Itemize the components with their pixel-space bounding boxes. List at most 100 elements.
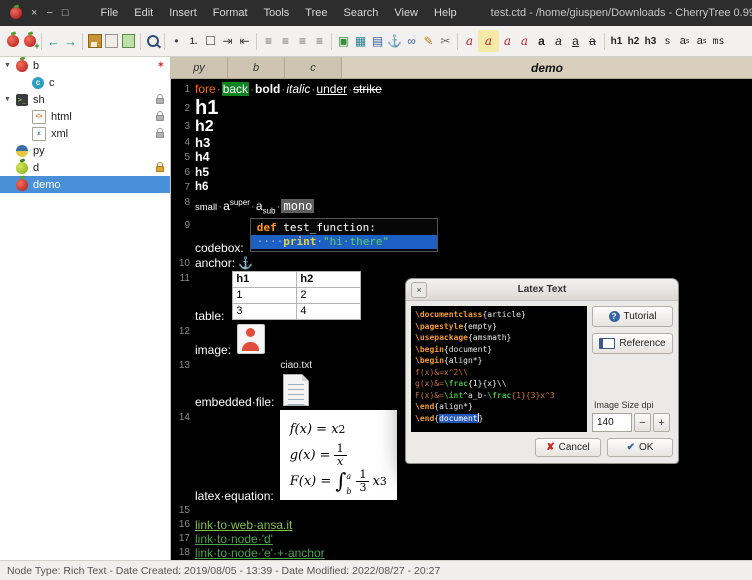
save-icon[interactable] bbox=[86, 30, 103, 52]
dialog-close-icon[interactable]: × bbox=[411, 282, 427, 298]
latex-command: \frac bbox=[444, 379, 468, 388]
export-icon[interactable] bbox=[103, 30, 120, 52]
h2-icon[interactable]: h2 bbox=[625, 30, 642, 52]
table-header-cell[interactable]: h2 bbox=[297, 272, 361, 288]
import-icon[interactable] bbox=[120, 30, 137, 52]
minimize-window-button[interactable]: − bbox=[46, 8, 52, 19]
foreground-color-icon[interactable]: a bbox=[461, 30, 478, 52]
expander-icon[interactable]: ▼ bbox=[4, 96, 16, 103]
align-center-icon[interactable]: ≡ bbox=[277, 30, 294, 52]
align-justify-icon[interactable]: ≡ bbox=[311, 30, 328, 52]
menu-format[interactable]: Format bbox=[205, 2, 256, 24]
bold-icon[interactable]: a bbox=[533, 30, 550, 52]
table-header-cell[interactable]: h1 bbox=[233, 272, 297, 288]
table-cell[interactable]: 1 bbox=[233, 288, 297, 304]
node-tab-b[interactable]: b bbox=[228, 57, 285, 78]
forward-icon[interactable]: → bbox=[62, 30, 79, 52]
underline-icon[interactable]: a bbox=[567, 30, 584, 52]
menu-view[interactable]: View bbox=[386, 2, 426, 24]
monospace-icon[interactable]: ms bbox=[710, 30, 727, 52]
cancel-button[interactable]: ✘Cancel bbox=[535, 438, 601, 457]
tree-node-xml[interactable]: x xml bbox=[0, 125, 170, 142]
latex-command: \begin bbox=[415, 356, 444, 365]
insert-image-icon[interactable]: ▣ bbox=[335, 30, 352, 52]
link-to-node-e-anchor[interactable]: link·to·node·'e'·+·anchor bbox=[195, 546, 325, 560]
tree-node-b[interactable]: ▼ b ✶ bbox=[0, 57, 170, 74]
menu-tree[interactable]: Tree bbox=[297, 2, 335, 24]
tree-node-html[interactable]: <> html bbox=[0, 108, 170, 125]
line-number: 9 bbox=[171, 218, 195, 233]
tree-node-c[interactable]: c c bbox=[0, 74, 170, 91]
dialog-titlebar[interactable]: × Latex Text bbox=[406, 279, 678, 301]
italic-icon[interactable]: a bbox=[550, 30, 567, 52]
heading-5-text: h5 bbox=[195, 165, 209, 179]
menu-search[interactable]: Search bbox=[336, 2, 387, 24]
menu-insert[interactable]: Insert bbox=[161, 2, 205, 24]
edit-icon[interactable]: ✎ bbox=[420, 30, 437, 52]
bullet-list-icon[interactable]: • bbox=[168, 30, 185, 52]
latex-equation-image[interactable]: f(x) = x2g(x) =1xF(x) = ∫ab13x3 bbox=[280, 410, 397, 500]
format-latex-icon[interactable]: a bbox=[499, 30, 516, 52]
table-cell[interactable]: 4 bbox=[297, 304, 361, 320]
toolbar-separator bbox=[457, 33, 458, 50]
tree-node-sh[interactable]: ▼ >_ sh bbox=[0, 91, 170, 108]
embedded-table[interactable]: h1h21234 bbox=[232, 271, 361, 320]
embedded-file[interactable]: ciao.txt bbox=[280, 358, 312, 406]
ok-button[interactable]: ✔OK bbox=[607, 438, 673, 457]
format-style-icon[interactable]: a bbox=[516, 30, 533, 52]
text-small: small bbox=[195, 202, 217, 213]
tree-node-d[interactable]: d bbox=[0, 159, 170, 176]
add-node-icon[interactable]: + bbox=[21, 30, 38, 52]
link-to-web[interactable]: link·to·web·ansa.it bbox=[195, 518, 292, 532]
anchor-icon[interactable]: ⚓ bbox=[238, 256, 253, 270]
superscript-icon[interactable]: as bbox=[676, 30, 693, 52]
eq-base: x bbox=[331, 422, 338, 437]
node-tab-c[interactable]: c bbox=[285, 57, 342, 78]
dpi-input[interactable]: 140 bbox=[592, 413, 632, 432]
maximize-window-button[interactable]: □ bbox=[62, 8, 69, 19]
insert-link-icon[interactable]: ∞ bbox=[403, 30, 420, 52]
code-text: test_function: bbox=[277, 221, 376, 234]
dpi-increase-button[interactable]: + bbox=[653, 413, 670, 432]
menu-edit[interactable]: Edit bbox=[126, 2, 161, 24]
table-cell[interactable]: 3 bbox=[233, 304, 297, 320]
back-icon[interactable]: ← bbox=[45, 30, 62, 52]
embedded-image-person[interactable] bbox=[237, 324, 265, 354]
tutorial-button[interactable]: ?Tutorial bbox=[592, 306, 673, 327]
link-to-node-d[interactable]: link·to·node·'d' bbox=[195, 532, 273, 546]
expander-icon[interactable]: ▼ bbox=[4, 62, 16, 69]
small-icon[interactable]: s bbox=[659, 30, 676, 52]
menu-help[interactable]: Help bbox=[426, 2, 465, 24]
search-icon[interactable] bbox=[144, 30, 161, 52]
numbered-list-icon[interactable]: 1. bbox=[185, 30, 202, 52]
go-node-icon[interactable] bbox=[4, 30, 21, 52]
table-cell[interactable]: 2 bbox=[297, 288, 361, 304]
todo-list-icon[interactable]: ☐ bbox=[202, 30, 219, 52]
dpi-decrease-button[interactable]: − bbox=[634, 413, 651, 432]
text-strike: strike bbox=[353, 82, 382, 96]
insert-table-icon[interactable]: ▦ bbox=[352, 30, 369, 52]
tree-node-py[interactable]: py bbox=[0, 142, 170, 159]
node-tab-py[interactable]: py bbox=[171, 57, 228, 78]
menu-file[interactable]: File bbox=[93, 2, 127, 24]
insert-anchor-icon[interactable]: ⚓ bbox=[386, 30, 403, 52]
close-window-button[interactable]: × bbox=[31, 8, 37, 19]
subscript-icon[interactable]: as bbox=[693, 30, 710, 52]
align-right-icon[interactable]: ≡ bbox=[294, 30, 311, 52]
tree-node-demo[interactable]: demo bbox=[0, 176, 170, 193]
h1-icon[interactable]: h1 bbox=[608, 30, 625, 52]
align-left-icon[interactable]: ≡ bbox=[260, 30, 277, 52]
background-color-icon[interactable]: a bbox=[478, 30, 499, 52]
menu-tools[interactable]: Tools bbox=[256, 2, 298, 24]
indent-icon[interactable]: ⇥ bbox=[219, 30, 236, 52]
strikethrough-icon[interactable]: a bbox=[584, 30, 601, 52]
cut-icon[interactable]: ✂ bbox=[437, 30, 454, 52]
insert-codebox-icon[interactable]: ▤ bbox=[369, 30, 386, 52]
line-number: 12 bbox=[171, 324, 195, 339]
codebox[interactable]: def test_function:····print·"hi·there" bbox=[250, 218, 438, 252]
fraction-den: x bbox=[337, 456, 343, 468]
h3-icon[interactable]: h3 bbox=[642, 30, 659, 52]
latex-source-editor[interactable]: \documentclass{article} \pagestyle{empty… bbox=[411, 306, 587, 432]
reference-button[interactable]: Reference bbox=[592, 333, 673, 354]
unindent-icon[interactable]: ⇤ bbox=[236, 30, 253, 52]
